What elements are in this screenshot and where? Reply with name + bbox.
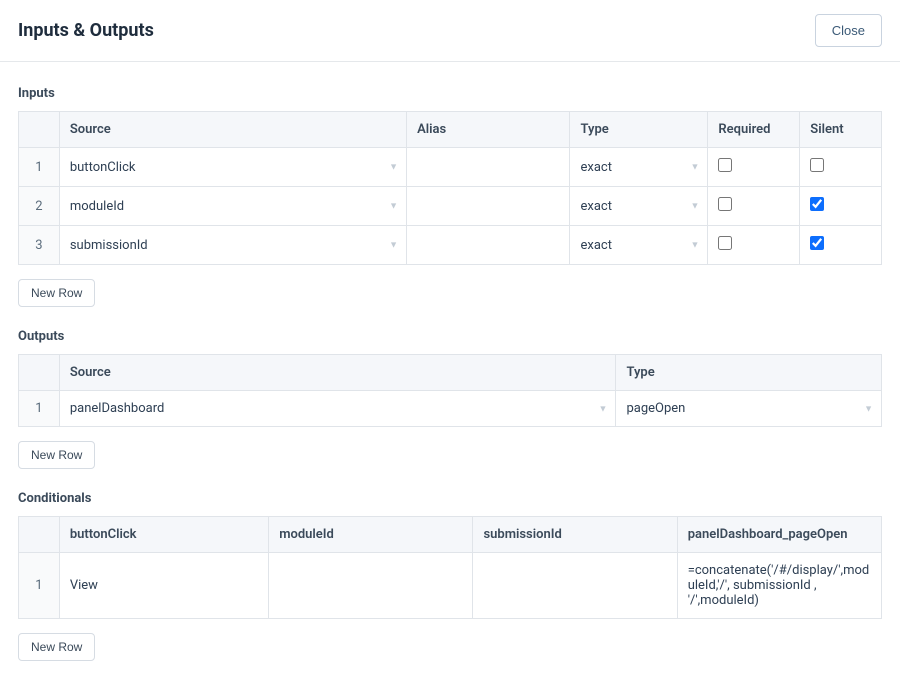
col-source: Source: [59, 112, 406, 148]
col-submissionid: submissionId: [473, 517, 677, 553]
submissionid-cell[interactable]: [473, 553, 677, 619]
inputs-section-label: Inputs: [18, 86, 882, 101]
new-row-button-inputs[interactable]: New Row: [18, 279, 95, 307]
page-title: Inputs & Outputs: [18, 20, 154, 41]
row-number: 3: [19, 226, 60, 265]
outputs-table: Source Type 1 panelDashboard▼ pageOpen▼: [18, 354, 882, 427]
silent-checkbox[interactable]: [810, 197, 824, 211]
new-row-button-conditionals[interactable]: New Row: [18, 633, 95, 661]
type-cell[interactable]: exact▼: [570, 148, 708, 187]
type-cell[interactable]: exact▼: [570, 226, 708, 265]
chevron-down-icon: ▼: [389, 162, 398, 173]
col-silent: Silent: [800, 112, 882, 148]
source-cell[interactable]: buttonClick▼: [59, 148, 406, 187]
chevron-down-icon: ▼: [690, 240, 699, 251]
col-rownum: [19, 517, 60, 553]
chevron-down-icon: ▼: [389, 240, 398, 251]
panel-cell[interactable]: =concatenate('/#/display/',moduleId,'/',…: [677, 553, 881, 619]
table-row: 1 panelDashboard▼ pageOpen▼: [19, 391, 882, 427]
alias-cell[interactable]: [407, 187, 570, 226]
col-rownum: [19, 355, 60, 391]
col-type: Type: [570, 112, 708, 148]
chevron-down-icon: ▼: [690, 162, 699, 173]
new-row-button-outputs[interactable]: New Row: [18, 441, 95, 469]
col-buttonclick: buttonClick: [59, 517, 268, 553]
close-button[interactable]: Close: [815, 14, 882, 47]
col-type: Type: [616, 355, 882, 391]
conditionals-table: buttonClick moduleId submissionId panelD…: [18, 516, 882, 619]
moduleid-cell[interactable]: [269, 553, 473, 619]
outputs-section-label: Outputs: [18, 329, 882, 344]
col-required: Required: [708, 112, 800, 148]
row-number: 2: [19, 187, 60, 226]
chevron-down-icon: ▼: [864, 403, 873, 414]
silent-cell: [800, 148, 882, 187]
table-row: 1 buttonClick▼ exact▼: [19, 148, 882, 187]
col-source: Source: [59, 355, 616, 391]
required-cell: [708, 148, 800, 187]
required-checkbox[interactable]: [718, 197, 732, 211]
chevron-down-icon: ▼: [599, 403, 608, 414]
required-checkbox[interactable]: [718, 236, 732, 250]
required-cell: [708, 226, 800, 265]
table-row: 1 View =concatenate('/#/display/',module…: [19, 553, 882, 619]
page-header: Inputs & Outputs Close: [0, 0, 900, 62]
required-cell: [708, 187, 800, 226]
alias-cell[interactable]: [407, 148, 570, 187]
silent-cell: [800, 187, 882, 226]
row-number: 1: [19, 148, 60, 187]
chevron-down-icon: ▼: [389, 201, 398, 212]
type-cell[interactable]: exact▼: [570, 187, 708, 226]
silent-cell: [800, 226, 882, 265]
col-moduleid: moduleId: [269, 517, 473, 553]
col-panel: panelDashboard_pageOpen: [677, 517, 881, 553]
col-alias: Alias: [407, 112, 570, 148]
silent-checkbox[interactable]: [810, 158, 824, 172]
buttonclick-cell[interactable]: View: [59, 553, 268, 619]
source-cell[interactable]: moduleId▼: [59, 187, 406, 226]
table-row: 3 submissionId▼ exact▼: [19, 226, 882, 265]
row-number: 1: [19, 553, 60, 619]
chevron-down-icon: ▼: [690, 201, 699, 212]
col-rownum: [19, 112, 60, 148]
silent-checkbox[interactable]: [810, 236, 824, 250]
required-checkbox[interactable]: [718, 158, 732, 172]
row-number: 1: [19, 391, 60, 427]
conditionals-section-label: Conditionals: [18, 491, 882, 506]
source-cell[interactable]: panelDashboard▼: [59, 391, 616, 427]
inputs-table: Source Alias Type Required Silent 1 butt…: [18, 111, 882, 265]
source-cell[interactable]: submissionId▼: [59, 226, 406, 265]
alias-cell[interactable]: [407, 226, 570, 265]
type-cell[interactable]: pageOpen▼: [616, 391, 882, 427]
table-row: 2 moduleId▼ exact▼: [19, 187, 882, 226]
